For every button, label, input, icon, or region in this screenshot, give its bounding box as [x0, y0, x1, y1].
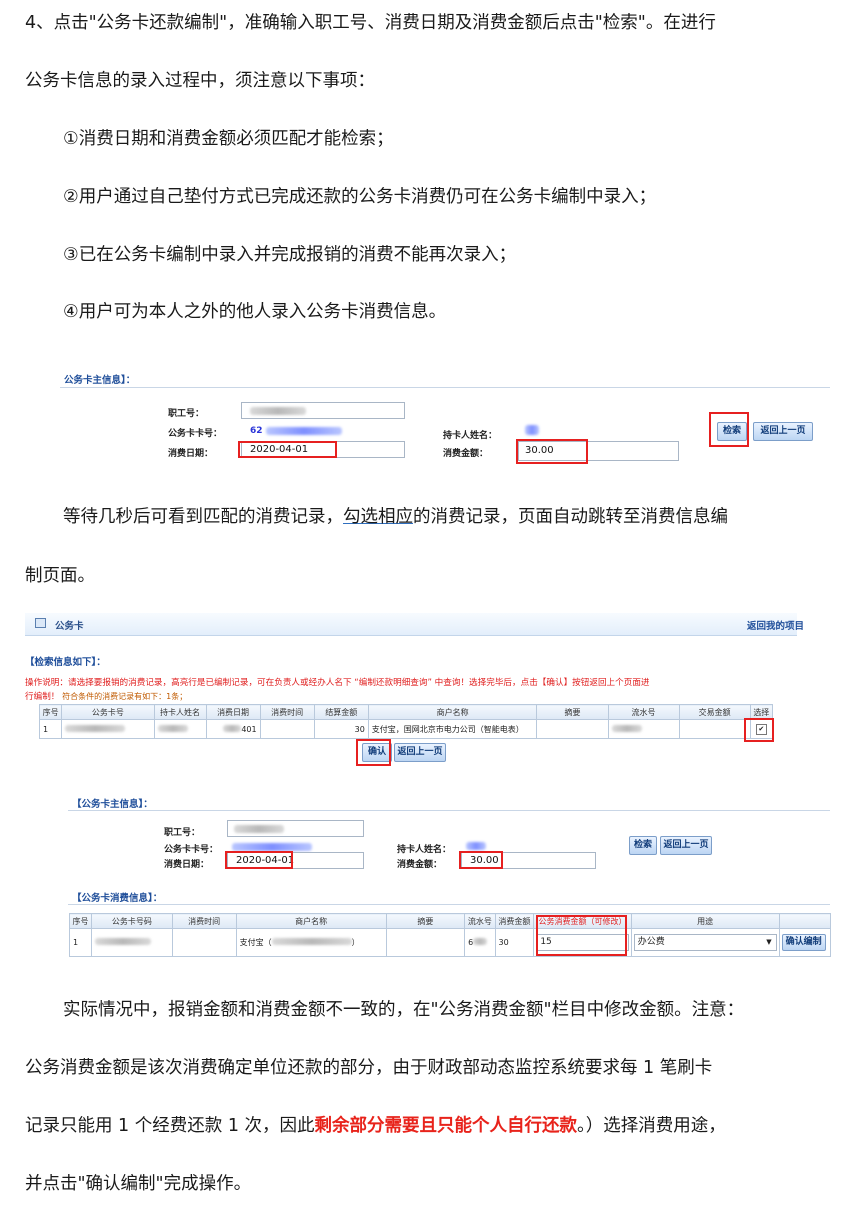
select-link-text: 勾选相应 [343, 507, 413, 527]
edit-search-button[interactable]: 检索 [629, 836, 657, 855]
date-label: 消费日期： [168, 449, 214, 459]
edit-date-label: 消费日期： [164, 860, 210, 870]
consume-section-title: 【公务卡消费信息】： [72, 893, 163, 904]
note-item-3: ③已在公务卡编制中录入并完成报销的消费不能再次录入； [63, 245, 517, 265]
document-icon [35, 618, 46, 628]
chevron-down-icon: ▼ [766, 938, 772, 946]
outro-line-1: 实际情况中，报销金额和消费金额不一致的，在"公务消费金额"栏目中修改金额。注意： [63, 1000, 745, 1020]
middle-line-1: 等待几秒后可看到匹配的消费记录，勾选相应的消费记录，页面自动跳转至消费信息编 [63, 507, 728, 527]
result-table: 序号 公务卡号 持卡人姓名 消费日期 消费时间 结算金额 商户名称 摘要 流水号… [38, 704, 774, 739]
outro-line-2: 公务消费金额是该次消费确定单位还款的部分，由于财政部动态监控系统要求每 1 笔刷… [25, 1058, 713, 1078]
card-no-prefix: 62 [250, 426, 263, 436]
redacted-holder [157, 724, 188, 732]
edit-section-title: 【公务卡主信息】： [72, 799, 153, 810]
notice-line-2: 行编制！ 符合条件的消费记录有如下：1条； [25, 692, 188, 702]
edit-amount-input[interactable]: 30.00 [461, 852, 596, 869]
table-row: 1 支付宝（） 6 30 15 办公费 ▼ 确认编制 [69, 928, 832, 957]
redacted-card-no [266, 427, 342, 435]
back-to-projects-link[interactable]: 返回我的项目 [747, 618, 804, 632]
edit-employee-id-label: 职工号： [164, 828, 201, 838]
select-checkbox[interactable]: ✔ [755, 723, 767, 735]
outro-line-4: 并点击"确认编制"完成操作。 [25, 1174, 252, 1194]
redacted-card-no [65, 724, 126, 732]
confirm-button[interactable]: 确认 [362, 743, 392, 762]
result-back-button[interactable]: 返回上一页 [394, 743, 446, 762]
official-amount-input[interactable]: 15 [536, 934, 629, 951]
purpose-select[interactable]: 办公费 ▼ [633, 934, 777, 951]
date-input[interactable]: 2020-04-01 [241, 441, 405, 458]
consume-table-header: 序号 公务卡号码 消费时间 商户名称 摘要 流水号 消费金额 公务消费金额（可修… [69, 913, 832, 929]
card-no-label: 公务卡卡号： [168, 429, 223, 439]
employee-id-input[interactable] [241, 402, 405, 419]
edit-card-no-label: 公务卡卡号： [164, 845, 219, 855]
note-item-1: ①消费日期和消费金额必须匹配才能检索； [63, 129, 394, 149]
result-section-title: 【检索信息如下】： [25, 657, 106, 668]
highlight-text: 剩余部分需要且只能个人自行还款 [314, 1116, 578, 1136]
title-bar: 公务卡 返回我的项目 [25, 613, 804, 636]
notice-line-1: 操作说明：请选择要报销的消费记录，高亮行是已编制记录，可在负责人或经办人名下 “… [25, 678, 650, 688]
tab-title: 公务卡 [55, 621, 84, 632]
consume-table: 序号 公务卡号码 消费时间 商户名称 摘要 流水号 消费金额 公务消费金额（可修… [69, 913, 832, 957]
edit-date-input[interactable]: 2020-04-01 [227, 852, 364, 869]
edit-holder-label: 持卡人姓名： [397, 845, 452, 855]
edit-amount-label: 消费金额： [397, 860, 443, 870]
redacted-value [250, 407, 306, 415]
note-item-2: ②用户通过自己垫付方式已完成还款的公务卡消费仍可在公务卡编制中录入； [63, 187, 657, 207]
intro-line-1: 4、点击"公务卡还款编制"，准确输入职工号、消费日期及消费金额后点击"检索"。在… [25, 13, 716, 33]
middle-line-2: 制页面。 [25, 566, 95, 586]
redacted-card-no [232, 843, 312, 851]
back-button[interactable]: 返回上一页 [753, 422, 813, 441]
edit-back-button[interactable]: 返回上一页 [660, 836, 712, 855]
result-panel-screenshot: 公务卡 返回我的项目 【检索信息如下】： 操作说明：请选择要报销的消费记录，高亮… [25, 613, 804, 766]
holder-label: 持卡人姓名： [443, 431, 498, 441]
search-button[interactable]: 检索 [717, 422, 747, 441]
table-row[interactable]: 1 401 30 支付宝，国网北京市电力公司（智能电表） ✔ [38, 719, 774, 739]
result-table-header: 序号 公务卡号 持卡人姓名 消费日期 消费时间 结算金额 商户名称 摘要 流水号… [38, 704, 774, 720]
intro-line-2: 公务卡信息的录入过程中，须注意以下事项： [25, 71, 375, 91]
outro-line-3: 记录只能用 1 个经费还款 1 次，因此剩余部分需要且只能个人自行还款。）选择消… [25, 1116, 726, 1136]
section-title: 公务卡主信息】： [64, 375, 136, 386]
confirm-edit-button[interactable]: 确认编制 [781, 934, 826, 951]
note-item-4: ④用户可为本人之外的他人录入公务卡消费信息。 [63, 302, 447, 322]
amount-label: 消费金额： [443, 449, 489, 459]
redacted-holder [525, 425, 539, 435]
employee-id-label: 职工号： [168, 409, 205, 419]
amount-input[interactable]: 30.00 [518, 441, 679, 461]
edit-employee-id-input[interactable] [227, 820, 364, 837]
